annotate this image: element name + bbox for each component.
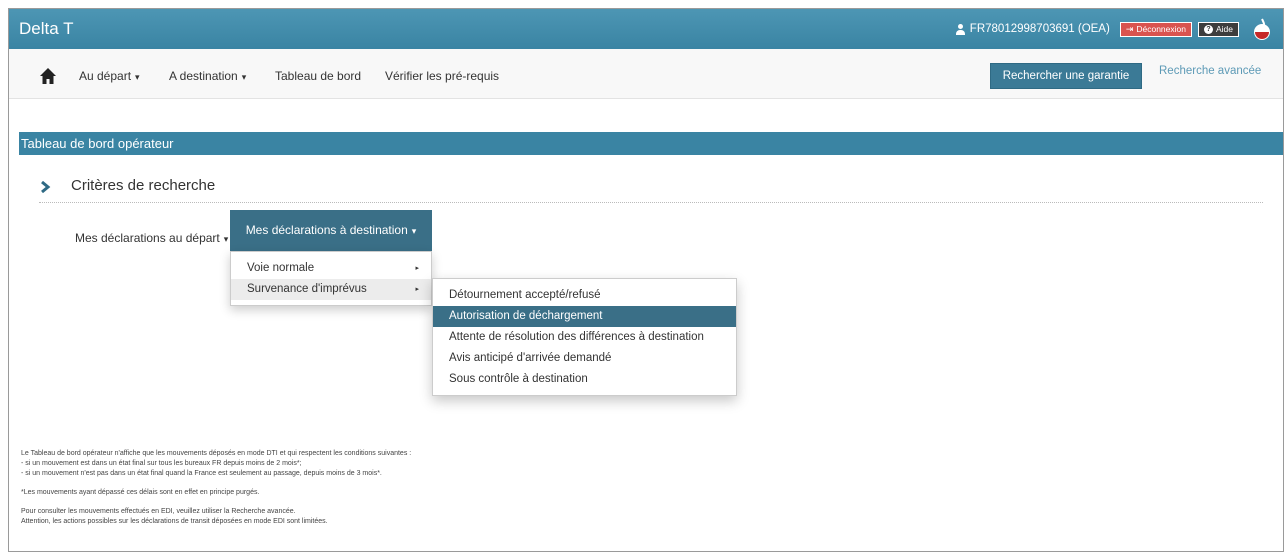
help-label: Aide [1215,24,1233,34]
header-bar: Delta T FR78012998703691 (OEA) ⇥ Déconne… [9,9,1283,49]
main-nav: Au départ ▾ A destination ▾ Tableau de bor… [9,49,1283,99]
caret-right-icon: ▸ [415,265,419,272]
nav-item-label: Au départ [79,69,132,83]
submenu-item-avis-anticipe[interactable]: Avis anticipé d'arrivée demandé [433,348,736,369]
tab-label: Mes déclarations à destination [245,223,408,237]
note-line: - si un mouvement n'est pas dans un état… [21,470,382,477]
menu-item-label: Survenance d'imprévus [247,283,367,295]
app-frame: Delta T FR78012998703691 (OEA) ⇥ Déconne… [8,8,1284,552]
logout-button[interactable]: ⇥ Déconnexion [1119,21,1192,37]
advanced-search-link[interactable]: Recherche avancée [1159,65,1261,77]
nav-item-prerequisites[interactable]: Vérifier les pré-requis [385,69,499,83]
menu-item-voie-normale[interactable]: Voie normale ▸ [231,258,431,279]
user-info: FR78012998703691 (OEA) [955,23,1110,35]
user-id: FR78012998703691 (OEA) [969,23,1110,35]
tab-declarations-destination[interactable]: Mes déclarations à destination ▾ [230,210,432,251]
submenu-item-detournement[interactable]: Détournement accepté/refusé [433,285,736,306]
brand-title[interactable]: Delta T [19,19,74,39]
criteria-title: Critères de recherche [71,177,216,194]
note-line: - si un mouvement est dans un état final… [21,460,302,467]
logo-icon [1254,18,1270,40]
help-button[interactable]: ? Aide [1197,21,1239,37]
menu-item-survenance-imprevus[interactable]: Survenance d'imprévus ▸ [231,279,431,300]
home-icon[interactable] [39,67,57,85]
caret-down-icon: ▾ [411,226,417,236]
search-criteria-toggle[interactable]: Critères de recherche [39,175,1263,203]
sign-out-icon: ⇥ [1125,23,1134,34]
nav-item-label: Tableau de bord [275,69,362,83]
destination-dropdown-menu: Voie normale ▸ Survenance d'imprévus ▸ [230,251,432,306]
caret-down-icon: ▾ [135,72,140,82]
imprevus-submenu: Détournement accepté/refusé Autorisation… [432,278,737,396]
logout-label: Déconnexion [1136,24,1186,34]
question-icon: ? [1203,24,1213,34]
page-title: Tableau de bord opérateur [19,132,1283,155]
tab-label: Mes déclarations au départ [75,231,220,245]
user-icon [955,23,966,35]
note-line: Le Tableau de bord opérateur n'affiche q… [21,450,412,457]
caret-down-icon: ▾ [241,72,247,82]
nav-item-label: A destination [169,69,238,83]
header-actions: FR78012998703691 (OEA) ⇥ Déconnexion ? A… [955,17,1273,41]
nav-item-destination[interactable]: A destination ▾ [169,69,246,83]
search-guarantee-button[interactable]: Rechercher une garantie [990,63,1142,89]
info-notes: Le Tableau de bord opérateur n'affiche q… [21,449,721,527]
nav-item-label: Vérifier les pré-requis [385,69,500,83]
menu-item-label: Voie normale [247,262,315,274]
note-line: Pour consulter les mouvements effectués … [21,508,296,515]
nav-item-depart[interactable]: Au départ ▾ [79,69,140,83]
submenu-item-autorisation-dechargement[interactable]: Autorisation de déchargement [433,306,736,327]
note-line: Attention, les actions possibles sur les… [21,518,328,525]
caret-right-icon: ▸ [415,286,419,293]
nav-item-dashboard[interactable]: Tableau de bord [275,69,361,83]
submenu-item-sous-controle[interactable]: Sous contrôle à destination [433,369,736,390]
submenu-item-attente-resolution[interactable]: Attente de résolution des différences à … [433,327,736,348]
note-line: *Les mouvements ayant dépassé ces délais… [21,489,260,496]
caret-down-icon: ▾ [223,234,229,244]
chevron-right-icon [41,181,51,193]
tab-declarations-depart[interactable]: Mes déclarations au départ ▾ [75,231,228,245]
